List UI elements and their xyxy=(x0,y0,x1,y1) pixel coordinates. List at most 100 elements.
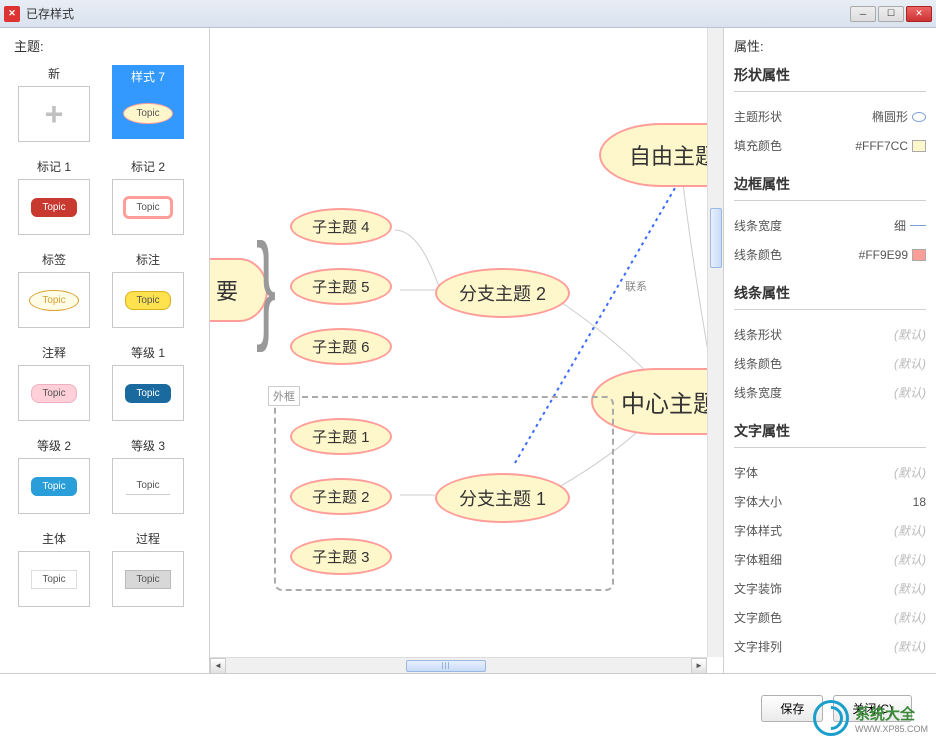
prop-name: 线条宽度 xyxy=(734,384,782,401)
prop-value: (默认) xyxy=(894,464,926,481)
minimize-button[interactable]: ─ xyxy=(850,6,876,22)
horizontal-scrollbar[interactable]: ◄ ► xyxy=(210,657,707,673)
theme-thumb[interactable]: Topic xyxy=(18,365,90,421)
themes-title: 主题: xyxy=(14,36,205,55)
boundary-label: 外框 xyxy=(268,386,300,406)
prop-row[interactable]: 字体大小18 xyxy=(734,487,926,516)
theme-item-9[interactable]: 等级 3 Topic xyxy=(108,437,188,514)
node-free-topic[interactable]: 自由主题 xyxy=(599,123,723,187)
prop-row[interactable]: 文字颜色 (默认) xyxy=(734,603,926,632)
node-sub-4[interactable]: 子主题 4 xyxy=(290,208,392,245)
theme-selected-header: 样式 7 xyxy=(113,66,183,86)
topic-shape: Topic xyxy=(123,196,172,219)
scroll-thumb-v[interactable] xyxy=(710,208,722,268)
prop-section-1: 边框属性线条宽度细线条颜色#FF9E99 xyxy=(734,174,926,269)
prop-row[interactable]: 字体粗细(默认) xyxy=(734,545,926,574)
prop-name: 文字装饰 xyxy=(734,580,782,597)
prop-name: 线条颜色 xyxy=(734,355,782,372)
theme-label: 标记 1 xyxy=(37,158,71,175)
theme-thumb[interactable]: Topic xyxy=(112,551,184,607)
theme-item-3[interactable]: 标记 2Topic xyxy=(108,158,188,235)
theme-thumb[interactable]: Topic xyxy=(18,458,90,514)
prop-name: 字体大小 xyxy=(734,493,782,510)
theme-thumb[interactable]: Topic 样式 7 xyxy=(112,65,184,139)
prop-value: (默认) xyxy=(894,580,926,597)
prop-row[interactable]: 字体样式(默认) xyxy=(734,516,926,545)
watermark: 系统大全 WWW.XP85.COM xyxy=(813,700,928,736)
prop-value: (默认) xyxy=(894,355,926,372)
prop-value: (默认) xyxy=(894,609,926,626)
theme-thumb[interactable]: Topic xyxy=(112,458,184,514)
theme-thumb[interactable]: Topic xyxy=(18,179,90,235)
prop-section-title: 文字属性 xyxy=(734,421,926,448)
prop-name: 文字排列 xyxy=(734,638,782,655)
node-sub-2[interactable]: 子主题 2 xyxy=(290,478,392,515)
prop-row[interactable]: 文字排列(默认) xyxy=(734,632,926,661)
theme-item-0[interactable]: 新+ xyxy=(14,65,94,142)
topic-shape: Topic xyxy=(123,103,172,124)
prop-value: #FFF7CC xyxy=(855,139,926,153)
close-button[interactable]: ✕ xyxy=(906,6,932,22)
theme-item-1[interactable]: Topic 样式 7 xyxy=(108,65,188,142)
prop-row[interactable]: 主题形状椭圆形 xyxy=(734,102,926,131)
node-sub-1[interactable]: 子主题 1 xyxy=(290,418,392,455)
theme-thumb[interactable]: Topic xyxy=(18,272,90,328)
app-icon: ✕ xyxy=(4,6,20,22)
node-sub-6[interactable]: 子主题 6 xyxy=(290,328,392,365)
prop-row[interactable]: 文字装饰 (默认) xyxy=(734,574,926,603)
prop-row[interactable]: 线条形状(默认) xyxy=(734,320,926,349)
theme-item-10[interactable]: 主体Topic xyxy=(14,530,94,607)
prop-value: (默认) xyxy=(894,551,926,568)
prop-row[interactable]: 线条颜色#FF9E99 xyxy=(734,240,926,269)
theme-label: 等级 2 xyxy=(37,437,71,454)
topic-shape: Topic xyxy=(31,384,76,403)
node-sub-3[interactable]: 子主题 3 xyxy=(290,538,392,575)
prop-value: #FF9E99 xyxy=(859,248,926,262)
prop-name: 填充颜色 xyxy=(734,137,782,154)
theme-item-8[interactable]: 等级 2 Topic xyxy=(14,437,94,514)
prop-row[interactable]: 填充颜色 #FFF7CC xyxy=(734,131,926,160)
theme-thumb[interactable]: Topic xyxy=(112,179,184,235)
theme-item-4[interactable]: 标签Topic xyxy=(14,251,94,328)
scroll-thumb-h[interactable] xyxy=(406,660,486,672)
node-branch-1[interactable]: 分支主题 1 xyxy=(435,473,570,523)
scroll-right-icon[interactable]: ► xyxy=(691,658,707,674)
topic-shape: Topic xyxy=(31,570,76,589)
theme-item-7[interactable]: 等级 1 Topic xyxy=(108,344,188,421)
theme-thumb[interactable]: Topic xyxy=(112,272,184,328)
theme-thumb[interactable]: Topic xyxy=(112,365,184,421)
brace-icon: } xyxy=(256,238,276,334)
prop-row[interactable]: 线条宽度(默认) xyxy=(734,378,926,407)
theme-thumb[interactable]: + xyxy=(18,86,90,142)
titlebar: ✕ 已存样式 ─ ☐ ✕ xyxy=(0,0,936,28)
theme-item-11[interactable]: 过程Topic xyxy=(108,530,188,607)
node-branch-2[interactable]: 分支主题 2 xyxy=(435,268,570,318)
scroll-left-icon[interactable]: ◄ xyxy=(210,658,226,674)
topic-shape: Topic xyxy=(31,477,76,496)
theme-thumb[interactable]: Topic xyxy=(18,551,90,607)
prop-section-0: 形状属性主题形状椭圆形填充颜色 #FFF7CC xyxy=(734,65,926,160)
prop-value: (默认) xyxy=(894,522,926,539)
theme-label: 等级 1 xyxy=(131,344,165,361)
prop-section-title: 形状属性 xyxy=(734,65,926,92)
prop-row[interactable]: 线条颜色 (默认) xyxy=(734,349,926,378)
line-icon xyxy=(910,225,926,226)
node-sub-5[interactable]: 子主题 5 xyxy=(290,268,392,305)
theme-label: 等级 3 xyxy=(131,437,165,454)
theme-item-2[interactable]: 标记 1 Topic xyxy=(14,158,94,235)
theme-grid: 新+Topic样式 7标记 1Topic标记 2Topic标签Topic标注To… xyxy=(14,65,205,607)
vertical-scrollbar[interactable] xyxy=(707,28,723,657)
prop-section-title: 线条属性 xyxy=(734,283,926,310)
theme-item-6[interactable]: 注释Topic xyxy=(14,344,94,421)
prop-row[interactable]: 字体(默认) xyxy=(734,458,926,487)
topic-shape: Topic xyxy=(29,290,78,311)
canvas[interactable]: 要 } 子主题 4 子主题 5 子主题 6 分支主题 2 联系 自由主题 中心主… xyxy=(210,28,724,673)
maximize-button[interactable]: ☐ xyxy=(878,6,904,22)
prop-value: 细 xyxy=(894,217,926,234)
themes-panel: 主题: 新+Topic样式 7标记 1Topic标记 2Topic标签Topic… xyxy=(0,28,210,673)
topic-shape: Topic xyxy=(125,570,170,589)
color-swatch xyxy=(912,249,926,261)
prop-row[interactable]: 线条宽度细 xyxy=(734,211,926,240)
theme-item-5[interactable]: 标注Topic xyxy=(108,251,188,328)
prop-name: 文字颜色 xyxy=(734,609,782,626)
